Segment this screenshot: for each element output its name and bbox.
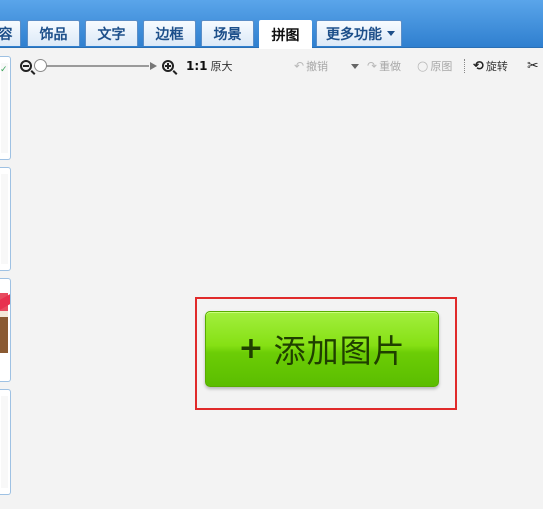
original-size-label: 原大 <box>210 60 233 73</box>
add-photo-button[interactable]: + 添加图片 <box>205 311 439 387</box>
scissors-icon: ✂ <box>527 58 539 74</box>
crop-button[interactable]: ✂ <box>527 50 539 82</box>
zoom-out-icon <box>20 60 32 72</box>
tab-text[interactable]: 文字 <box>85 20 138 46</box>
original-image-label: 原图 <box>430 60 453 73</box>
undo-history-dropdown[interactable] <box>346 50 359 82</box>
tab-more-features[interactable]: 更多功能 <box>316 20 402 46</box>
toolbar: 1:1 原大 ↶ 撤销 ↷ 重做 ○ 原图 ⟲ 旋转 ✂ <box>12 50 543 82</box>
add-photo-label: 添加图片 <box>273 332 406 370</box>
tab-label: 边框 <box>155 26 184 43</box>
tab-frame[interactable]: 边框 <box>143 20 196 46</box>
redo-icon: ↷ <box>367 59 378 73</box>
tab-accessories[interactable]: 饰品 <box>27 20 80 46</box>
redo-button[interactable]: ↷ 重做 <box>367 50 401 82</box>
redo-label: 重做 <box>379 60 402 73</box>
tab-scene[interactable]: 场景 <box>201 20 254 46</box>
tab-partial[interactable]: 容 <box>0 20 21 46</box>
zoom-in-button[interactable] <box>162 50 174 82</box>
undo-icon: ↶ <box>294 59 305 73</box>
tab-bar: 容 饰品 文字 边框 场景 拼图 更多功能 <box>0 0 543 49</box>
template-icon: ✓ <box>0 65 8 75</box>
slider-end-icon <box>150 62 157 70</box>
collage-template-thumbnail[interactable] <box>0 389 11 495</box>
zoom-slider-track[interactable] <box>37 65 149 67</box>
rotate-icon: ⟲ <box>473 58 484 74</box>
zoom-slider-handle[interactable] <box>34 59 47 72</box>
undo-label: 撤销 <box>306 60 329 73</box>
tab-label: 场景 <box>213 26 242 43</box>
rotate-label: 旋转 <box>485 60 508 73</box>
tab-label: 更多功能 <box>326 26 382 43</box>
undo-button[interactable]: ↶ 撤销 <box>294 50 328 82</box>
separator <box>464 50 465 82</box>
collage-template-thumbnail[interactable] <box>0 167 11 271</box>
tab-label: 拼图 <box>271 28 300 44</box>
tab-label: 文字 <box>97 26 126 43</box>
chevron-down-icon <box>351 63 359 69</box>
zoom-ratio: 1:1 <box>186 59 208 73</box>
tab-collage[interactable]: 拼图 <box>259 20 312 49</box>
zoom-in-icon <box>162 60 174 72</box>
collage-template-thumbnail[interactable] <box>0 278 11 382</box>
collage-template-thumbnail[interactable]: ✓ <box>0 56 11 160</box>
circle-icon: ○ <box>417 58 429 74</box>
original-image-button[interactable]: ○ 原图 <box>417 50 452 82</box>
actual-size-button[interactable]: 1:1 原大 <box>186 50 233 82</box>
rotate-button[interactable]: ⟲ 旋转 <box>473 50 508 82</box>
chevron-down-icon <box>387 31 395 36</box>
tab-label: 容 <box>0 26 13 43</box>
zoom-out-button[interactable] <box>20 50 32 82</box>
tab-label: 饰品 <box>39 26 68 43</box>
plus-icon: + <box>238 331 264 366</box>
